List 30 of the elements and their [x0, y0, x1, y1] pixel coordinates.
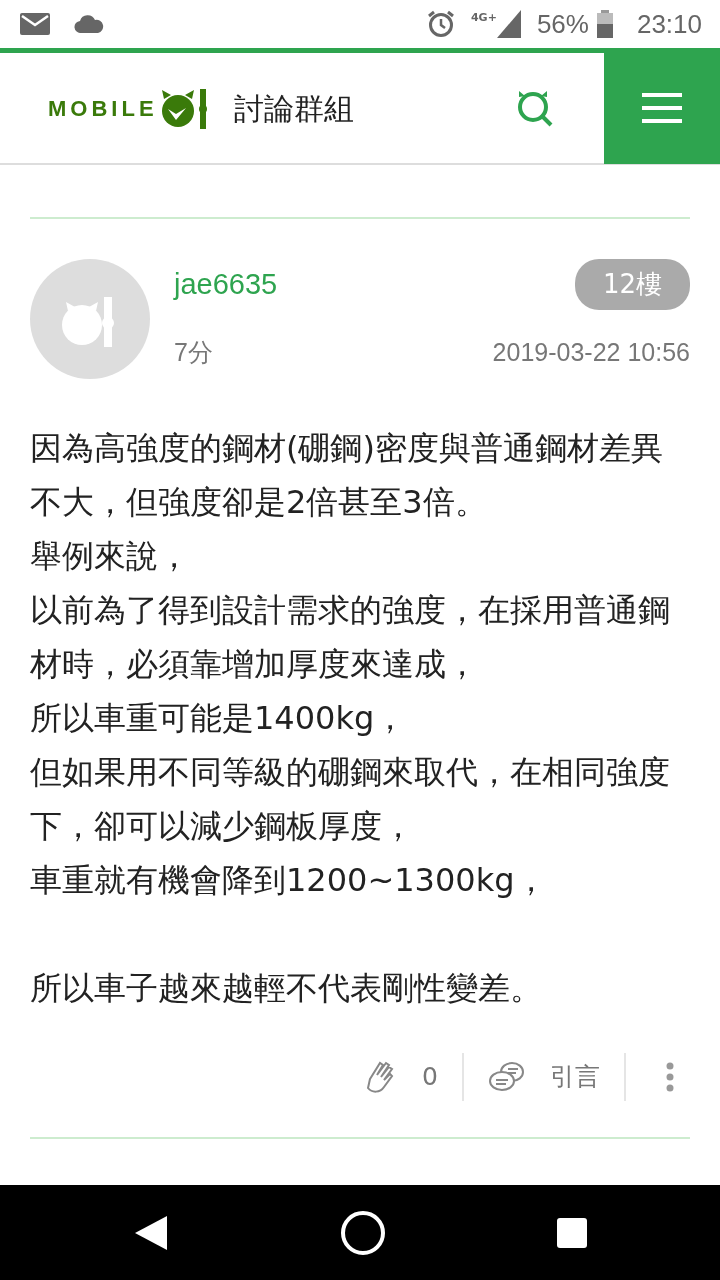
post-text: 車重就有機會降到1200~1300kg，: [30, 860, 548, 901]
recent-apps-icon[interactable]: [556, 1217, 587, 1248]
mail-icon: [20, 13, 50, 35]
username-link[interactable]: jae6635: [174, 262, 278, 307]
home-icon[interactable]: [340, 1209, 386, 1256]
relative-time: 7分: [174, 336, 213, 368]
speech-bubbles-icon[interactable]: [488, 1060, 526, 1094]
network-label: 4G+: [470, 10, 497, 26]
cloud-icon: [74, 15, 104, 33]
post-text: 以前為了得到設計需求的強度，在採用普通鋼材時，必須靠增加厚度來達成，: [30, 590, 671, 685]
signal-icon: [496, 10, 521, 38]
post-text: 所以車子越來越輕不代表剛性變差。: [30, 968, 543, 1009]
clock: 23:10: [636, 7, 702, 41]
more-icon[interactable]: [666, 1062, 674, 1092]
quote-link[interactable]: 引言: [550, 1058, 600, 1096]
post-text: 所以車重可能是1400kg，: [30, 698, 408, 739]
post-text: 但如果用不同等級的硼鋼來取代，在相同強度下，卻可以減少鋼板厚度，: [30, 752, 671, 847]
battery-icon: [596, 10, 613, 38]
page-title: 討論群組: [233, 89, 354, 128]
post-text: 因為高強度的鋼材(硼鋼)密度與普通鋼材差異不大，但強度卻是2倍甚至3倍。: [30, 428, 664, 523]
post-date: 2019-03-22 10:56: [492, 336, 690, 368]
menu-button[interactable]: [604, 52, 720, 164]
floor-label: 12樓: [574, 259, 690, 310]
back-icon[interactable]: [133, 1213, 170, 1252]
site-logo[interactable]: MOBILE: [48, 87, 210, 129]
alarm-icon: [426, 10, 455, 38]
menu-icon: [642, 92, 682, 124]
battery-percent: 56%: [536, 7, 589, 41]
like-count: 0: [422, 1061, 438, 1094]
post-text: 舉例來說，: [30, 536, 191, 577]
